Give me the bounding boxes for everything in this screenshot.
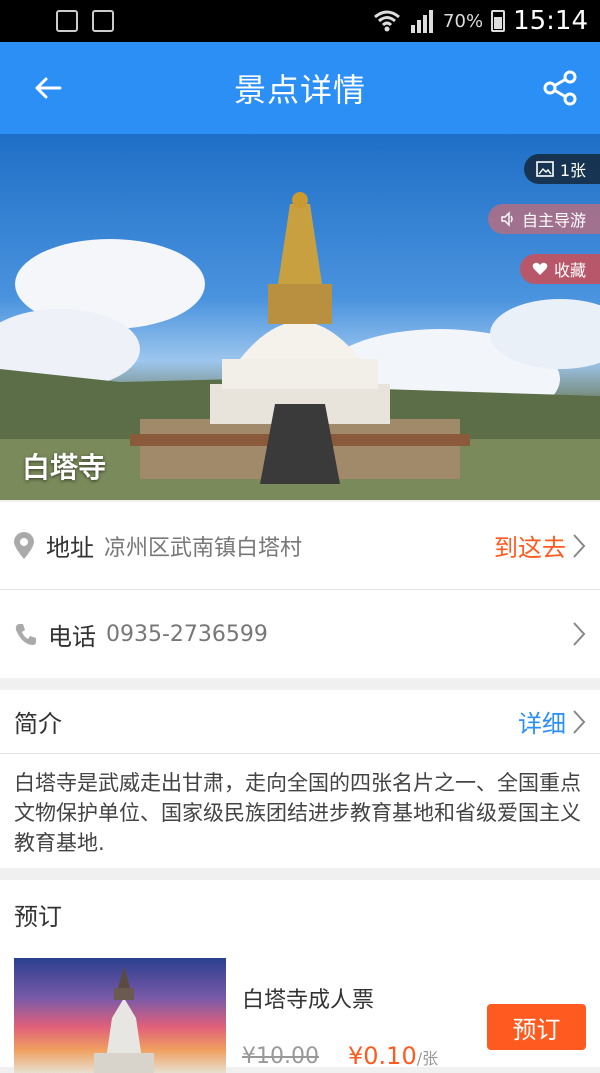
phone-label: 电话	[48, 622, 96, 651]
hero-image[interactable]: 白塔寺 1张 自主导游 收藏	[0, 134, 600, 500]
ticket-name: 白塔寺成人票	[242, 988, 375, 1013]
self-guide-label: 自主导游	[521, 211, 586, 230]
share-button[interactable]	[538, 66, 582, 110]
ticket-item[interactable]: 白塔寺成人票 ¥10.00 ¥0.10/张 预订	[0, 948, 600, 1073]
price-unit: /张	[416, 1049, 439, 1068]
pagoda-thumbnail	[94, 966, 154, 1073]
speaker-icon	[501, 211, 513, 227]
book-button[interactable]: 预订	[487, 1004, 586, 1050]
original-price: ¥10.00	[242, 1044, 319, 1069]
address-value: 凉州区武南镇白塔村	[104, 535, 303, 561]
booking-title: 预订	[14, 902, 62, 931]
navigate-button[interactable]: 到这去	[494, 528, 600, 563]
image-icon	[536, 161, 554, 177]
app-bar: 景点详情	[0, 42, 600, 134]
clock: 15:14	[513, 6, 588, 36]
photo-count-label: 1张	[559, 161, 586, 180]
intro-title: 简介	[14, 710, 62, 738]
intro-detail-button[interactable]: 详细	[518, 704, 600, 739]
address-label: 地址	[46, 534, 94, 562]
share-icon	[543, 70, 577, 106]
back-button[interactable]	[26, 66, 70, 110]
intro-header: 简介 详细	[0, 690, 600, 754]
navigate-label: 到这去	[494, 534, 566, 562]
signal-icon	[411, 10, 434, 33]
wifi-icon	[374, 10, 401, 32]
booking-header: 预订	[0, 880, 600, 948]
intro-text: 白塔寺是武威走出甘肃，走向全国的四张名片之一、全国重点文物保护单位、国家级民族团…	[0, 754, 600, 868]
address-row[interactable]: 地址 凉州区武南镇白塔村 到这去	[0, 502, 600, 590]
heart-icon	[532, 262, 548, 275]
sale-price: ¥0.10/张	[348, 1042, 438, 1070]
page-title: 景点详情	[233, 71, 366, 109]
chevron-right-icon	[573, 709, 586, 734]
photo-count-button[interactable]: 1张	[523, 154, 600, 184]
chevron-right-icon	[573, 533, 586, 558]
favorite-label: 收藏	[553, 261, 586, 280]
phone-row[interactable]: 电话 0935-2736599	[0, 590, 600, 678]
location-pin-icon	[14, 531, 34, 559]
call-button[interactable]	[572, 621, 600, 647]
arrow-left-icon	[35, 77, 62, 99]
phone-icon	[15, 624, 37, 645]
no-sim-icon	[92, 10, 114, 32]
chevron-right-icon	[573, 622, 586, 646]
gallery-icon	[56, 10, 78, 32]
favorite-button[interactable]: 收藏	[519, 254, 600, 284]
status-bar: 70% 15:14	[0, 0, 600, 42]
self-guide-button[interactable]: 自主导游	[487, 204, 600, 234]
phone-number: 0935-2736599	[106, 621, 268, 647]
attraction-name: 白塔寺	[22, 451, 107, 484]
ticket-thumbnail	[14, 958, 226, 1073]
sale-price-value: ¥0.10	[348, 1042, 417, 1070]
intro-detail-label: 详细	[518, 710, 566, 738]
battery-percent: 70%	[443, 10, 484, 32]
battery-icon	[491, 10, 506, 32]
